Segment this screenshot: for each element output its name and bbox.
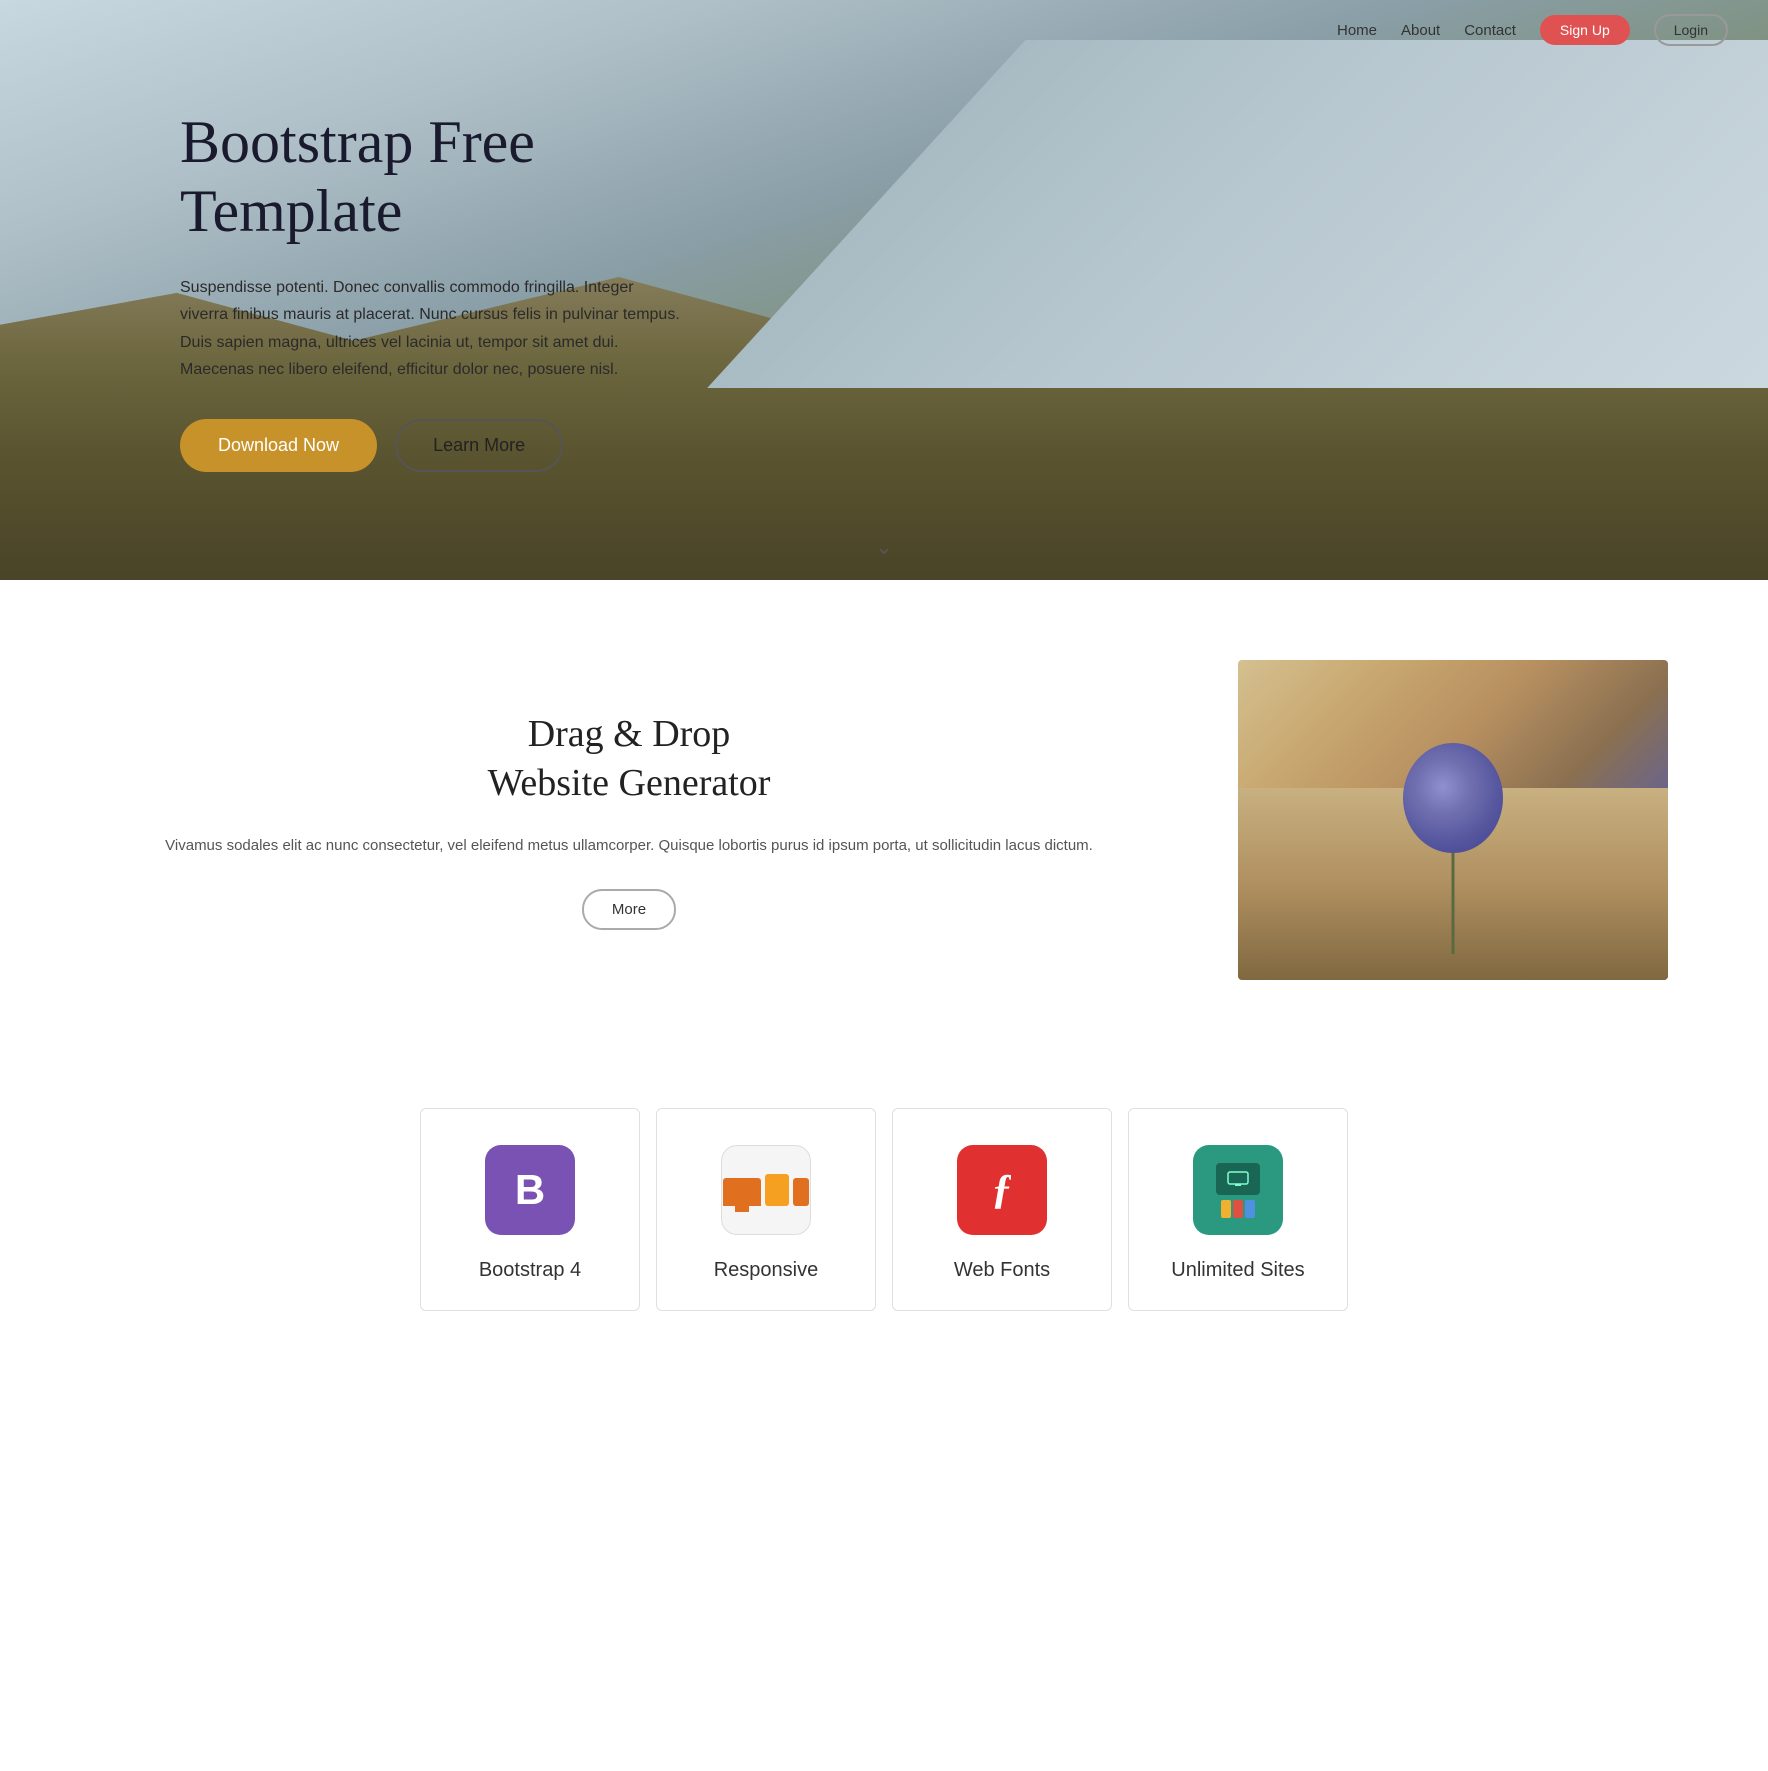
books-shape [1221, 1200, 1255, 1218]
middle-text-block: Drag & DropWebsite Generator Vivamus sod… [100, 710, 1158, 930]
monitor-svg [1227, 1171, 1249, 1187]
desktop-shape [723, 1178, 761, 1206]
more-button[interactable]: More [582, 889, 676, 930]
feature-label-bootstrap: Bootstrap 4 [479, 1259, 581, 1282]
nav-about[interactable]: About [1401, 22, 1440, 39]
unlimited-icon-shapes [1216, 1163, 1260, 1218]
signup-button[interactable]: Sign Up [1540, 15, 1630, 45]
monitor-shape [1216, 1163, 1260, 1195]
webfonts-icon: ƒ [957, 1145, 1047, 1235]
download-button[interactable]: Download Now [180, 419, 377, 472]
flower-sphere [1403, 743, 1503, 853]
hero-section: Bootstrap Free Template Suspendisse pote… [0, 0, 1768, 580]
scroll-chevron[interactable]: ⌄ [875, 534, 893, 560]
book3 [1245, 1200, 1255, 1218]
feature-card-webfonts: ƒ Web Fonts [892, 1108, 1112, 1311]
feature-label-responsive: Responsive [714, 1259, 819, 1282]
navbar: Home About Contact Sign Up Login [0, 0, 1768, 60]
tablet-shape [765, 1174, 789, 1206]
nav-contact[interactable]: Contact [1464, 22, 1516, 39]
hero-buttons: Download Now Learn More [180, 419, 680, 472]
feature-card-bootstrap: B Bootstrap 4 [420, 1108, 640, 1311]
middle-image [1238, 660, 1668, 980]
book2 [1233, 1200, 1243, 1218]
responsive-icon-shapes [723, 1174, 809, 1206]
bootstrap-icon: B [485, 1145, 575, 1235]
features-section: B Bootstrap 4 Responsive ƒ Web Fonts [0, 1060, 1768, 1379]
phone-shape [793, 1178, 809, 1206]
nav-home[interactable]: Home [1337, 22, 1377, 39]
login-button[interactable]: Login [1654, 14, 1728, 46]
learn-more-button[interactable]: Learn More [395, 419, 563, 472]
middle-section: Drag & DropWebsite Generator Vivamus sod… [0, 580, 1768, 1060]
nav-links: Home About Contact Sign Up Login [1337, 14, 1728, 46]
hero-title: Bootstrap Free Template [180, 108, 680, 246]
feature-label-webfonts: Web Fonts [954, 1259, 1050, 1282]
book1 [1221, 1200, 1231, 1218]
feature-card-unlimited: Unlimited Sites [1128, 1108, 1348, 1311]
hero-description: Suspendisse potenti. Donec convallis com… [180, 274, 680, 383]
feature-card-responsive: Responsive [656, 1108, 876, 1311]
hero-content: Bootstrap Free Template Suspendisse pote… [0, 28, 680, 552]
middle-description: Vivamus sodales elit ac nunc consectetur… [100, 833, 1158, 859]
middle-title: Drag & DropWebsite Generator [100, 710, 1158, 809]
feature-label-unlimited: Unlimited Sites [1171, 1259, 1304, 1282]
responsive-icon [721, 1145, 811, 1235]
unlimited-icon [1193, 1145, 1283, 1235]
